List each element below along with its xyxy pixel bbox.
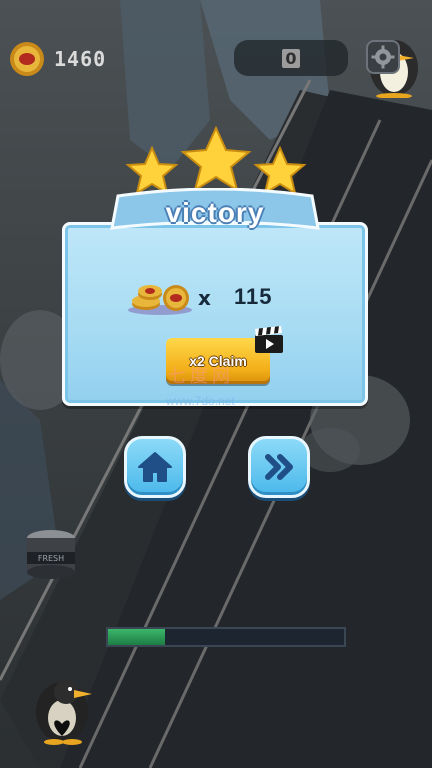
fish-can: FRESH: [27, 530, 75, 579]
home-button[interactable]: [124, 436, 186, 498]
coin-stack-icon: [128, 285, 192, 315]
can-label: FRESH: [38, 554, 64, 563]
level-progress-bar: [106, 627, 346, 647]
settings-button[interactable]: [366, 40, 400, 74]
watermark-text: 七度网: [168, 366, 234, 387]
coin-counter: 1460: [8, 40, 106, 78]
score-display: 0: [234, 40, 348, 76]
reward-amount: 115: [234, 284, 273, 309]
level-progress-fill: [108, 629, 165, 645]
star-icon: [125, 145, 179, 196]
video-clapper-icon: [255, 326, 283, 353]
reward-coins: [126, 280, 194, 316]
player-penguin: [36, 680, 92, 745]
score-value: 0: [282, 48, 300, 68]
star-icon: [253, 145, 307, 196]
victory-title: victory: [165, 197, 265, 228]
reward-multiplier: x: [198, 286, 211, 310]
chevron-double-right-icon: [265, 454, 293, 480]
next-level-button[interactable]: [248, 436, 310, 498]
gear-icon: [371, 45, 395, 69]
star-icon: [180, 126, 252, 193]
coin-icon: [10, 42, 44, 76]
watermark-url: www.7do.net: [166, 394, 235, 408]
home-icon: [138, 452, 172, 482]
coin-count: 1460: [54, 47, 107, 71]
